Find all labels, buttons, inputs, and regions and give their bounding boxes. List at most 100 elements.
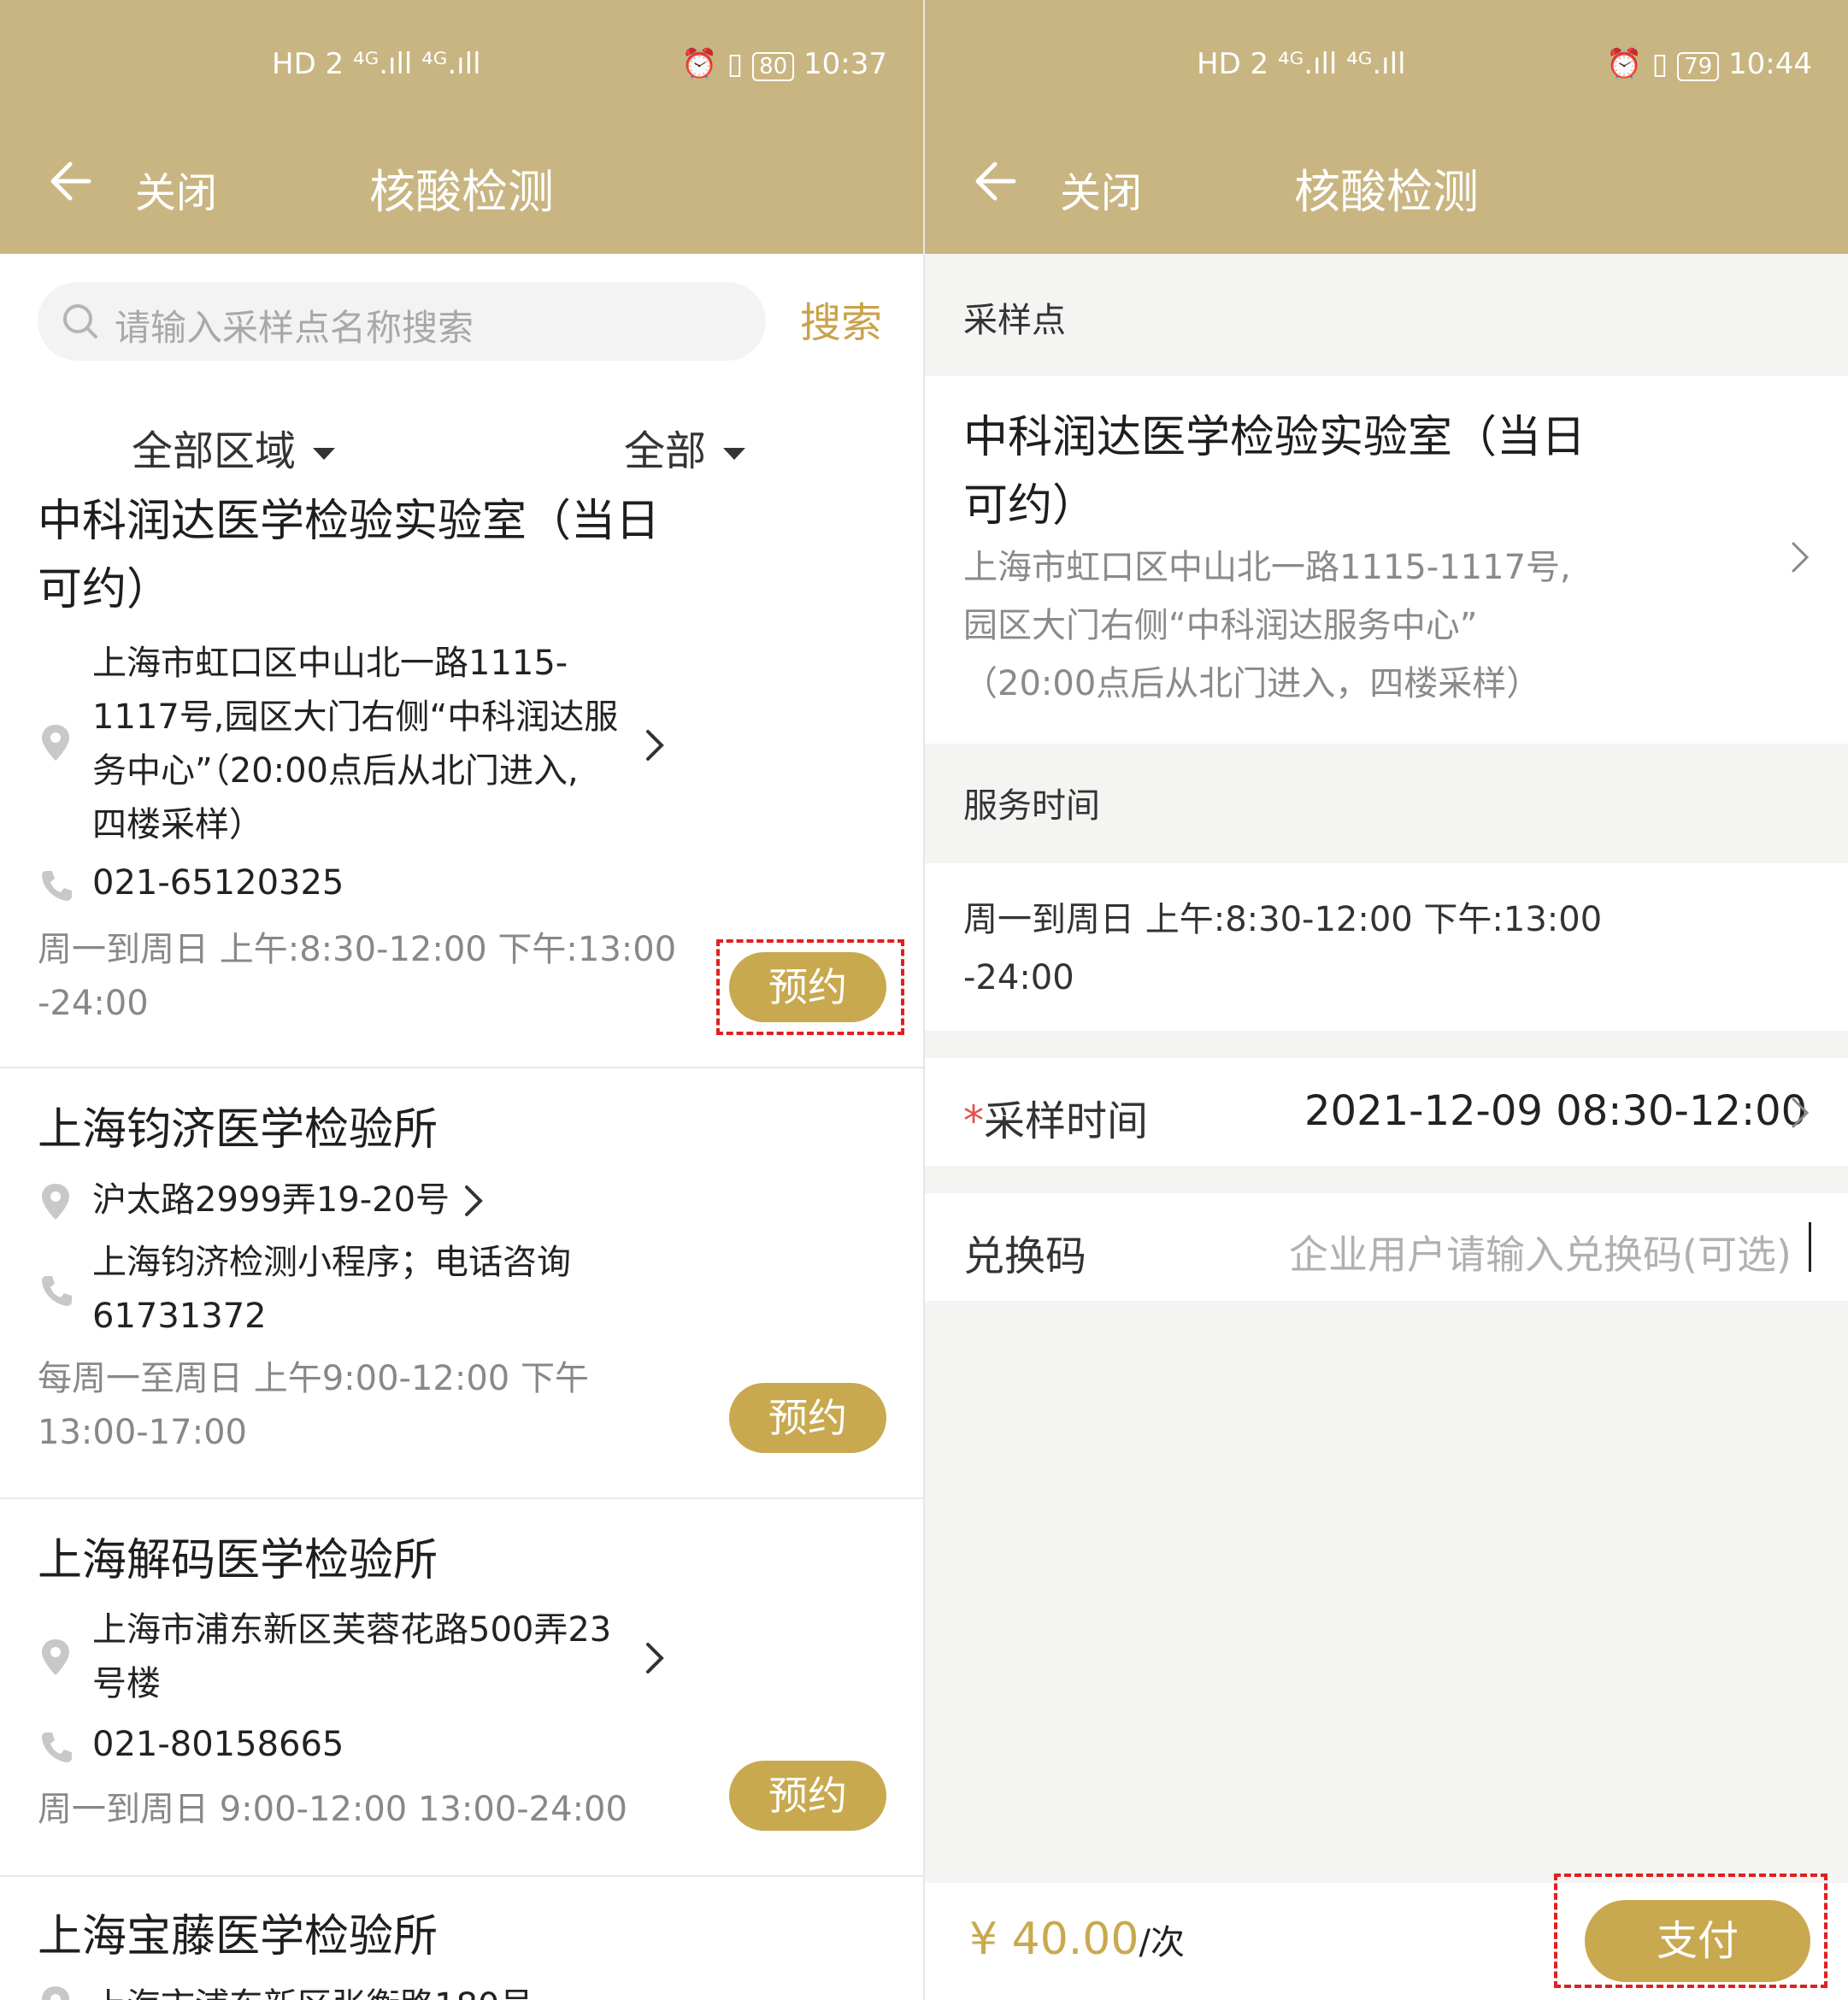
region-filter-label: 全部区域 [132,427,297,475]
site-card[interactable]: 中科润达医学检验实验室（当日 可约） 上海市虹口区中山北一路1115-1117号… [925,376,1848,744]
clinic-list-screen: HD 2 ⁴ᴳ.ıll ⁴ᴳ.ıll ⏰ ▯ 80 10:37 关闭 核酸检测 … [0,0,923,2000]
status-bar-icons: HD 2 ⁴ᴳ.ıll ⁴ᴳ.ıll [1197,47,1406,81]
type-filter-label: 全部 [624,427,707,475]
hours-line: 周一到周日 上午:8:30-12:00 下午:13:00 [963,900,1603,939]
required-mark: * [963,1097,984,1145]
search-button[interactable]: 搜索 [800,289,882,349]
status-time: 10:37 [803,47,887,81]
hours-line: -24:00 [963,958,1074,997]
app-header: HD 2 ⁴ᴳ.ıll ⁴ᴳ.ıll ⏰ ▯ 79 10:44 关闭 核酸检测 [925,0,1848,254]
clinic-title-line: 可约） [38,564,172,615]
page-title: 核酸检测 [369,165,554,219]
alarm-icon: ⏰ [681,47,718,81]
book-button[interactable]: 预约 [729,1383,886,1453]
chevron-right-icon[interactable] [643,1639,667,1677]
service-time-card: 周一到周日 上午:8:30-12:00 下午:13:00 -24:00 [925,863,1848,1031]
address-line: 务中心”（20:00点后从北门进入, [92,751,579,791]
address-line: 号楼 [92,1664,161,1703]
clinic-address[interactable]: 沪太路2999弄19-20号 [92,1174,450,1227]
clinic-title[interactable]: 中科润达医学检验实验室（当日 可约） [38,487,660,624]
phone-icon [42,871,72,901]
battery-icon: 80 [752,52,795,81]
text-cursor [1809,1222,1811,1272]
location-pin-icon [42,1184,69,1220]
search-icon [63,304,97,338]
redeem-code-input[interactable]: 企业用户请输入兑换码(可选) [1289,1224,1792,1280]
status-bar-right: ⏰ ▯ 79 10:44 [1606,47,1812,81]
phone-icon [42,1732,72,1762]
divider [0,1067,923,1068]
address-line: 上海市虹口区中山北一路1115- [92,644,568,683]
chevron-right-icon[interactable] [1788,538,1812,576]
clinic-hours: 每周一至周日 上午9:00-12:00 下午 13:00-17:00 [38,1352,589,1460]
address-line: 园区大门右侧“中科润达服务中心” [963,606,1478,645]
site-address: 上海市虹口区中山北一路1115-1117号, 园区大门右侧“中科润达服务中心” … [963,538,1571,713]
clinic-title[interactable]: 上海宝藤医学检验所 [38,1903,438,1971]
battery-icon: 79 [1677,52,1720,81]
highlight-box [1554,1874,1827,1988]
sample-time-label-text: 采样时间 [984,1097,1149,1145]
status-bar-right: ⏰ ▯ 80 10:37 [681,47,887,81]
price: ¥ 40.00/次 [969,1914,1185,1965]
sample-time-label: *采样时间 [963,1087,1148,1147]
clinic-title[interactable]: 上海解码医学检验所 [38,1526,438,1595]
redeem-code-row[interactable]: 兑换码 企业用户请输入兑换码(可选) [925,1193,1848,1301]
location-pin-icon [42,725,69,761]
book-button[interactable]: 预约 [729,1761,886,1831]
location-pin-icon [42,1639,69,1675]
sample-time-row[interactable]: *采样时间 2021-12-09 08:30-12:00 [925,1058,1848,1166]
service-hours: 周一到周日 上午:8:30-12:00 下午:13:00 -24:00 [963,891,1602,1007]
site-title-line: 可约） [963,480,1098,532]
hours-line: -24:00 [38,984,149,1023]
chevron-right-icon[interactable] [1788,1094,1812,1132]
type-filter[interactable]: 全部 [624,417,746,477]
site-section-label: 采样点 [963,301,1066,340]
service-time-label: 服务时间 [963,786,1100,826]
app-header: HD 2 ⁴ᴳ.ıll ⁴ᴳ.ıll ⏰ ▯ 80 10:37 关闭 核酸检测 [0,0,923,254]
caret-down-icon [313,448,336,460]
hours-line: 周一到周日 上午:8:30-12:00 下午:13:00 [38,930,677,969]
clinic-title-line: 中科润达医学检验实验室（当日 [38,496,661,547]
status-time: 10:44 [1728,47,1812,81]
payment-bar: ¥ 40.00/次 支付 [925,1874,1848,2000]
hours-line: 每周一至周日 上午9:00-12:00 下午 [38,1359,589,1398]
chevron-right-icon[interactable] [643,726,667,764]
chevron-right-icon[interactable] [462,1182,486,1220]
address-line: 1117号,园区大门右侧“中科润达服 [92,697,619,737]
highlight-box [716,939,904,1035]
redeem-code-label: 兑换码 [963,1232,1087,1280]
clinic-hours: 周一到周日 9:00-12:00 13:00-24:00 [38,1790,627,1829]
divider [0,1497,923,1499]
status-bar-icons: HD 2 ⁴ᴳ.ıll ⁴ᴳ.ıll [272,47,481,81]
search-placeholder: 请输入采样点名称搜索 [115,307,474,349]
vibrate-icon: ▯ [727,47,744,81]
address-line: 上海市虹口区中山北一路1115-1117号, [963,548,1571,587]
address-line: 上海市浦东新区芙蓉花路500弄23 [92,1610,612,1650]
clinic-address[interactable]: 上海市浦东新区芙蓉花路500弄23 号楼 [92,1603,611,1711]
hours-line: 13:00-17:00 [38,1413,247,1452]
clinic-phone[interactable]: 021-65120325 [92,863,344,903]
address-line: 四楼采样） [92,805,263,844]
clinic-address[interactable]: 上海市虹口区中山北一路1115- 1117号,园区大门右侧“中科润达服 务中心”… [92,637,618,852]
clinic-address[interactable]: 上海市浦东新区张衡路180号 [92,1979,533,2000]
sample-time-value[interactable]: 2021-12-09 08:30-12:00 [1304,1087,1807,1135]
site-title: 中科润达医学检验实验室（当日 可约） [963,403,1586,540]
clinic-title[interactable]: 上海钧济医学检验所 [38,1096,438,1164]
page-title: 核酸检测 [1294,165,1479,219]
price-amount: ¥ 40.00 [969,1914,1139,1965]
divider [0,1875,923,1877]
search-input[interactable]: 请输入采样点名称搜索 [38,282,766,361]
price-unit: /次 [1139,1923,1185,1962]
phone-line: 61731372 [92,1297,267,1336]
caret-down-icon [723,448,746,460]
site-title-line: 中科润达医学检验实验室（当日 [963,412,1586,463]
clinic-phone[interactable]: 上海钧济检测小程序；电话咨询 61731372 [92,1236,571,1344]
vibrate-icon: ▯ [1651,47,1668,81]
phone-icon [42,1276,72,1306]
phone-line: 上海钧济检测小程序；电话咨询 [92,1243,571,1282]
booking-screen: HD 2 ⁴ᴳ.ıll ⁴ᴳ.ıll ⏰ ▯ 79 10:44 关闭 核酸检测 … [925,0,1848,2000]
location-pin-icon [42,1986,69,2000]
address-line: （20:00点后从北门进入，四楼采样） [963,664,1541,703]
region-filter[interactable]: 全部区域 [132,417,336,477]
clinic-phone[interactable]: 021-80158665 [92,1725,344,1764]
